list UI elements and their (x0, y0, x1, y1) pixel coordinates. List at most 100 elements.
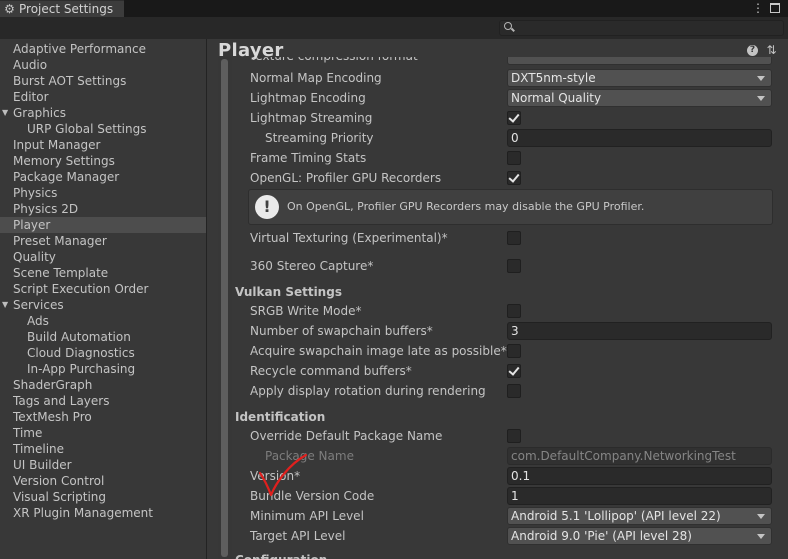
partial-dropdown[interactable] (507, 57, 772, 65)
sidebar-item-label: Visual Scripting (13, 490, 106, 504)
scrollbar[interactable] (218, 57, 232, 559)
opengl-profiler-checkbox[interactable] (507, 171, 521, 185)
sidebar-item-label: Tags and Layers (13, 394, 110, 408)
sidebar-item-services[interactable]: ▼ Services (0, 297, 206, 313)
sidebar-item-package-manager[interactable]: Package Manager (0, 169, 206, 185)
sidebar-item-burst-aot[interactable]: Burst AOT Settings (0, 73, 206, 89)
warning-message: On OpenGL, Profiler GPU Recorders may di… (287, 200, 645, 213)
dropdown-value: Android 5.1 'Lollipop' (API level 22) (511, 509, 721, 523)
srgb-write-mode-checkbox[interactable] (507, 304, 521, 318)
sidebar-item-label: XR Plugin Management (13, 506, 153, 520)
dropdown-value: Normal Quality (511, 91, 602, 105)
sidebar-item-label: Ads (27, 314, 49, 328)
sidebar-item-label: Scene Template (13, 266, 109, 280)
sidebar-item-textmesh-pro[interactable]: TextMesh Pro (0, 409, 206, 425)
override-package-label: Override Default Package Name (250, 429, 443, 443)
swapchain-buffers-field[interactable]: 3 (507, 322, 772, 340)
sidebar-item-visual-scripting[interactable]: Visual Scripting (0, 489, 206, 505)
sidebar-item-time[interactable]: Time (0, 425, 206, 441)
sidebar-item-label: Quality (13, 250, 56, 264)
sidebar-item-script-execution-order[interactable]: Script Execution Order (0, 281, 206, 297)
partial-label: Texture compression format (250, 57, 418, 65)
dropdown-arrow-icon (757, 534, 765, 539)
sidebar-item-ads[interactable]: Ads (0, 313, 206, 329)
dropdown-arrow-icon (757, 96, 765, 101)
sidebar-item-graphics[interactable]: ▼ Graphics (0, 105, 206, 121)
warning-icon: ! (255, 195, 279, 219)
recycle-buffers-checkbox[interactable] (507, 364, 521, 378)
virtual-texturing-label: Virtual Texturing (Experimental)* (250, 231, 448, 245)
lightmap-streaming-label: Lightmap Streaming (250, 111, 373, 125)
sidebar-item-cloud-diagnostics[interactable]: Cloud Diagnostics (0, 345, 206, 361)
sliders-icon[interactable]: ⇅ (765, 43, 778, 57)
sidebar-item-label: Timeline (13, 442, 65, 456)
search-bar-row (0, 17, 788, 39)
target-api-level-dropdown[interactable]: Android 9.0 'Pie' (API level 28) (507, 527, 772, 545)
sidebar-item-urp-global[interactable]: URP Global Settings (0, 121, 206, 137)
sidebar-item-version-control[interactable]: Version Control (0, 473, 206, 489)
lightmap-encoding-dropdown[interactable]: Normal Quality (507, 89, 772, 107)
red-checkmark-annotation (258, 453, 308, 497)
sidebar-item-label: Editor (13, 90, 49, 104)
sidebar-item-input-manager[interactable]: Input Manager (0, 137, 206, 153)
normal-map-encoding-dropdown[interactable]: DXT5nm-style (507, 69, 772, 87)
fold-expanded-icon[interactable]: ▼ (2, 105, 8, 121)
settings-scroll-content[interactable]: Texture compression format Normal Map En… (218, 57, 788, 559)
sidebar-item-scene-template[interactable]: Scene Template (0, 265, 206, 281)
sidebar-item-quality[interactable]: Quality (0, 249, 206, 265)
sidebar-item-tags-and-layers[interactable]: Tags and Layers (0, 393, 206, 409)
help-icon[interactable]: ? (747, 45, 758, 56)
warning-helpbox: ! On OpenGL, Profiler GPU Recorders may … (248, 189, 773, 225)
bundle-version-code-field[interactable]: 1 (507, 487, 772, 505)
min-api-level-dropdown[interactable]: Android 5.1 'Lollipop' (API level 22) (507, 507, 772, 525)
virtual-texturing-checkbox[interactable] (507, 231, 521, 245)
fold-expanded-icon[interactable]: ▼ (2, 297, 8, 313)
sidebar-item-adaptive-performance[interactable]: Adaptive Performance (0, 41, 206, 57)
sidebar-item-in-app-purchasing[interactable]: In-App Purchasing (0, 361, 206, 377)
sidebar-item-physics[interactable]: Physics (0, 185, 206, 201)
sidebar-item-player[interactable]: Player (0, 217, 206, 233)
display-rotation-checkbox[interactable] (507, 384, 521, 398)
sidebar-item-label: TextMesh Pro (13, 410, 92, 424)
maximize-icon[interactable] (770, 3, 780, 13)
sidebar-item-timeline[interactable]: Timeline (0, 441, 206, 457)
sidebar-item-build-automation[interactable]: Build Automation (0, 329, 206, 345)
sidebar-item-shadergraph[interactable]: ShaderGraph (0, 377, 206, 393)
configuration-heading-partial: Configuration (235, 551, 327, 559)
stereo-capture-checkbox[interactable] (507, 259, 521, 273)
sidebar-item-label: In-App Purchasing (27, 362, 136, 376)
search-input[interactable] (499, 20, 784, 36)
package-name-field: com.DefaultCompany.NetworkingTest (507, 447, 772, 465)
window-tab[interactable]: ⚙ Project Settings (0, 0, 124, 17)
sidebar-item-label: Burst AOT Settings (13, 74, 127, 88)
acquire-late-checkbox[interactable] (507, 344, 521, 358)
sidebar-item-label: ShaderGraph (13, 378, 93, 392)
sidebar-item-label: Cloud Diagnostics (27, 346, 135, 360)
sidebar-item-label: Adaptive Performance (13, 42, 146, 56)
sidebar-item-physics-2d[interactable]: Physics 2D (0, 201, 206, 217)
scrollbar-thumb[interactable] (221, 59, 228, 557)
frame-timing-stats-checkbox[interactable] (507, 151, 521, 165)
sidebar-item-label: Time (13, 426, 43, 440)
sidebar-item-label: Version Control (13, 474, 105, 488)
sidebar-item-label: Memory Settings (13, 154, 115, 168)
sidebar-item-xr-plugin-management[interactable]: XR Plugin Management (0, 505, 206, 521)
sidebar-item-preset-manager[interactable]: Preset Manager (0, 233, 206, 249)
sidebar-item-audio[interactable]: Audio (0, 57, 206, 73)
version-field[interactable]: 0.1 (507, 467, 772, 485)
override-package-checkbox[interactable] (507, 429, 521, 443)
sidebar-item-memory-settings[interactable]: Memory Settings (0, 153, 206, 169)
lightmap-streaming-checkbox[interactable] (507, 111, 521, 125)
sidebar-item-label: Physics 2D (13, 202, 79, 216)
settings-sidebar: Adaptive Performance Audio Burst AOT Set… (0, 39, 207, 559)
sidebar-item-label: URP Global Settings (27, 122, 147, 136)
sidebar-item-editor[interactable]: Editor (0, 89, 206, 105)
dropdown-arrow-icon (757, 514, 765, 519)
sidebar-item-ui-builder[interactable]: UI Builder (0, 457, 206, 473)
more-options-icon[interactable]: ⋮ (752, 0, 764, 16)
identification-heading: Identification (235, 410, 326, 424)
dropdown-value: DXT5nm-style (511, 71, 596, 85)
sidebar-item-label: Input Manager (13, 138, 101, 152)
frame-timing-stats-label: Frame Timing Stats (250, 151, 367, 165)
streaming-priority-field[interactable]: 0 (507, 129, 772, 147)
